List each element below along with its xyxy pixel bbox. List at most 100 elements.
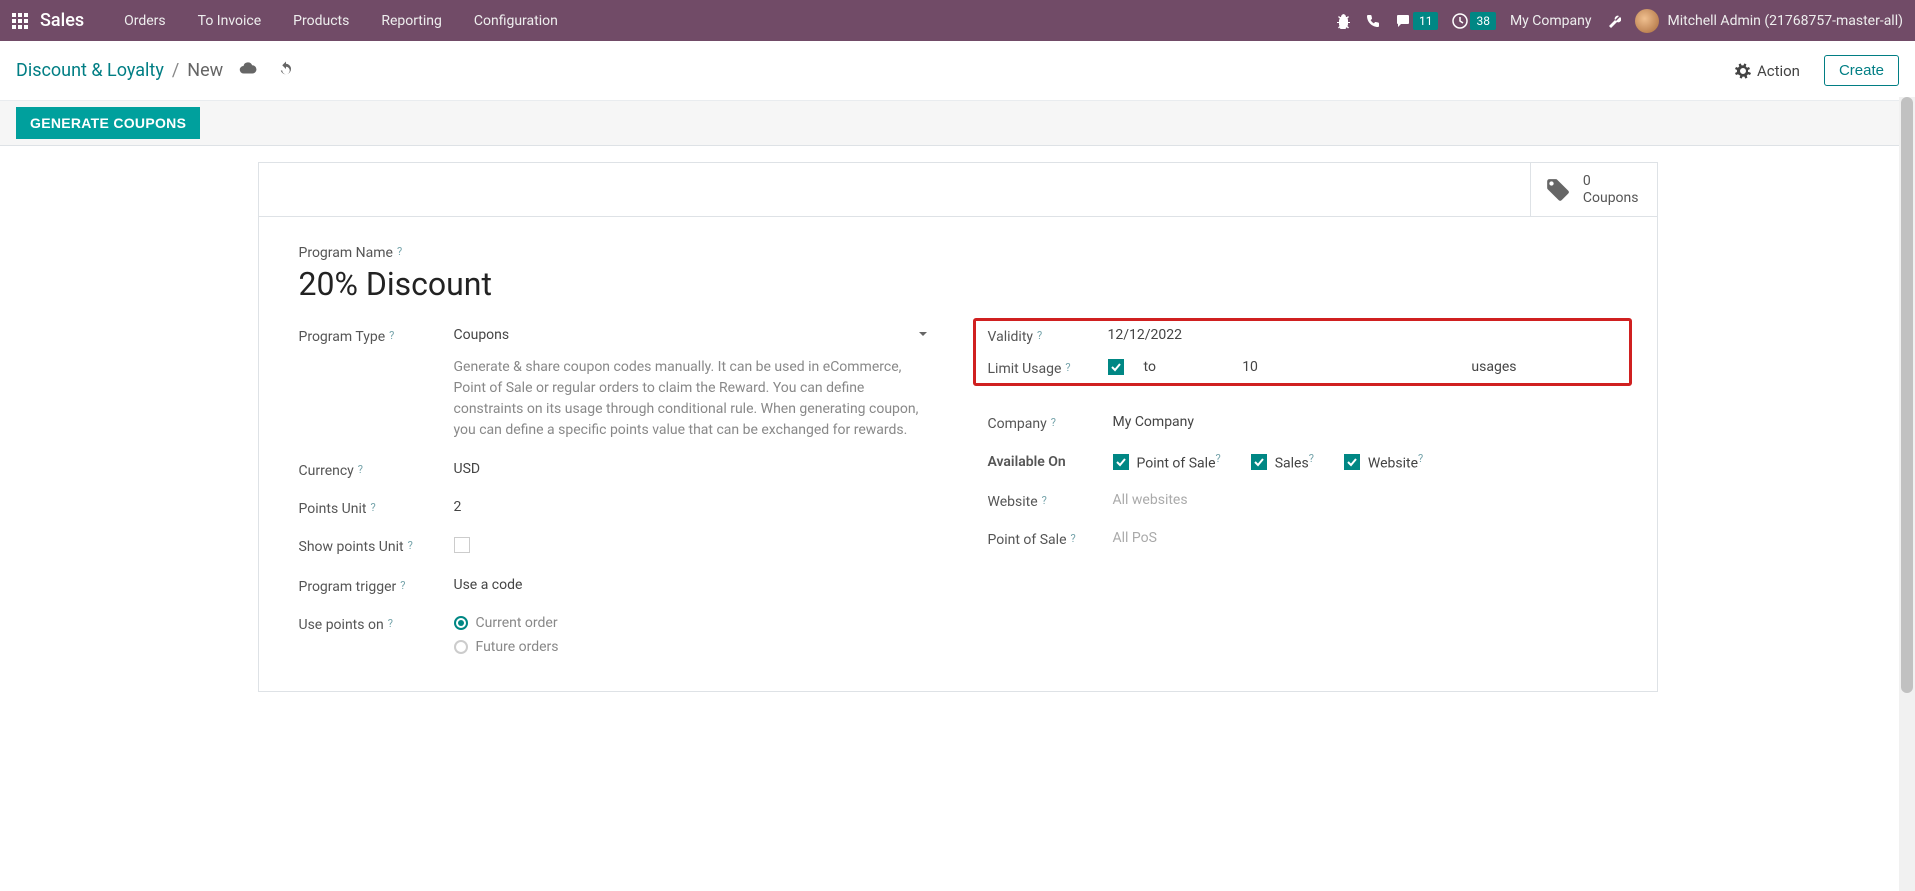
nav-reporting[interactable]: Reporting (365, 3, 458, 39)
show-points-checkbox[interactable] (454, 537, 470, 553)
phone-icon[interactable] (1365, 13, 1381, 29)
use-points-group: Current order Future orders (454, 615, 928, 663)
use-points-label: Use points on? (299, 615, 454, 633)
radio-future-orders[interactable] (454, 640, 468, 654)
form-wrap: 0 Coupons Program Name? 20% Discount Pro… (0, 146, 1915, 708)
user-menu[interactable]: Mitchell Admin (21768757-master-all) (1635, 9, 1903, 33)
available-sales-label: Sales? (1275, 452, 1314, 472)
tools-icon[interactable] (1605, 13, 1621, 29)
help-icon[interactable]: ? (1037, 329, 1042, 342)
available-website-checkbox[interactable] (1344, 454, 1360, 470)
available-sales-checkbox[interactable] (1251, 454, 1267, 470)
action-button[interactable]: Action (1735, 62, 1800, 80)
action-label: Action (1757, 62, 1800, 80)
help-icon[interactable]: ? (370, 501, 375, 514)
clock-icon (1452, 13, 1468, 29)
breadcrumb-parent[interactable]: Discount & Loyalty (16, 60, 164, 81)
breadcrumb-current: New (187, 60, 223, 81)
available-pos-checkbox[interactable] (1113, 454, 1129, 470)
company-label: Company? (988, 414, 1113, 432)
avatar (1635, 9, 1659, 33)
radio-current-order[interactable] (454, 616, 468, 630)
help-icon[interactable]: ? (389, 329, 394, 342)
coupons-stat-button[interactable]: 0 Coupons (1530, 163, 1657, 216)
bug-icon[interactable] (1335, 13, 1351, 29)
coupons-count: 0 (1583, 173, 1639, 190)
form-card: 0 Coupons Program Name? 20% Discount Pro… (258, 162, 1658, 692)
nav-products[interactable]: Products (277, 3, 365, 39)
card-top: 0 Coupons (259, 163, 1657, 217)
pos-field[interactable]: All PoS (1113, 530, 1617, 546)
help-icon[interactable]: ? (408, 539, 413, 552)
help-icon[interactable]: ? (1071, 532, 1076, 545)
breadcrumb-right: Action Create (1735, 55, 1899, 86)
help-icon[interactable]: ? (1216, 452, 1221, 465)
username: Mitchell Admin (21768757-master-all) (1667, 13, 1903, 29)
help-icon[interactable]: ? (358, 463, 363, 476)
scrollbar-thumb[interactable] (1901, 97, 1913, 693)
statusbar: GENERATE COUPONS (0, 101, 1915, 146)
available-on-group: Point of Sale? Sales? Website? (1113, 452, 1617, 472)
limit-unit-label: usages (1471, 359, 1516, 375)
apps-icon[interactable] (12, 13, 28, 29)
cloud-icon[interactable] (239, 60, 257, 82)
create-button[interactable]: Create (1824, 55, 1899, 86)
help-icon[interactable]: ? (1418, 452, 1423, 465)
available-website-label: Website? (1368, 452, 1423, 472)
website-label: Website? (988, 492, 1113, 510)
points-unit-field[interactable]: 2 (454, 499, 928, 515)
breadcrumb: Discount & Loyalty / New (16, 60, 223, 81)
limit-value-field[interactable]: 10 (1166, 359, 1264, 375)
activities-indicator[interactable]: 38 (1452, 12, 1496, 30)
limit-usage-label: Limit Usage? (988, 359, 1108, 377)
right-column: Validity? 12/12/2022 Limit Usage? to 10 … (988, 327, 1617, 663)
help-icon[interactable]: ? (400, 579, 405, 592)
gear-icon (1735, 63, 1751, 79)
program-type-field[interactable]: Coupons (454, 327, 928, 343)
points-unit-label: Points Unit? (299, 499, 454, 517)
tag-icon (1545, 177, 1571, 203)
left-column: Program Type? Coupons Generate & share c… (299, 327, 928, 663)
currency-field[interactable]: USD (454, 461, 928, 477)
messages-indicator[interactable]: 11 (1395, 12, 1439, 30)
highlight-box: Validity? 12/12/2022 Limit Usage? to 10 … (973, 318, 1632, 386)
nav-menu: Orders To Invoice Products Reporting Con… (108, 3, 574, 39)
program-trigger-label: Program trigger? (299, 577, 454, 595)
scrollbar[interactable] (1899, 97, 1915, 891)
limit-usage-checkbox[interactable] (1108, 359, 1124, 375)
company-selector[interactable]: My Company (1510, 13, 1592, 29)
help-icon[interactable]: ? (1309, 452, 1314, 465)
coupons-label: Coupons (1583, 190, 1639, 207)
validity-label: Validity? (988, 327, 1108, 345)
program-name-label: Program Name? (299, 245, 1617, 261)
available-on-label: Available On (988, 452, 1113, 470)
navbar: Sales Orders To Invoice Products Reporti… (0, 0, 1915, 41)
validity-field[interactable]: 12/12/2022 (1108, 327, 1617, 343)
navbar-right: 11 38 My Company Mitchell Admin (2176875… (1335, 9, 1903, 33)
program-name-field[interactable]: 20% Discount (299, 265, 1617, 303)
program-type-label: Program Type? (299, 327, 454, 345)
company-field[interactable]: My Company (1113, 414, 1617, 430)
generate-coupons-button[interactable]: GENERATE COUPONS (16, 107, 200, 139)
undo-icon[interactable] (277, 60, 295, 82)
nav-orders[interactable]: Orders (108, 3, 182, 39)
help-icon[interactable]: ? (1042, 494, 1047, 507)
nav-configuration[interactable]: Configuration (458, 3, 574, 39)
program-trigger-field[interactable]: Use a code (454, 577, 928, 593)
website-field[interactable]: All websites (1113, 492, 1617, 508)
chevron-down-icon (918, 327, 928, 343)
nav-to-invoice[interactable]: To Invoice (182, 3, 278, 39)
messages-count: 11 (1413, 12, 1439, 30)
help-icon[interactable]: ? (397, 245, 402, 258)
help-icon[interactable]: ? (388, 617, 393, 630)
brand[interactable]: Sales (40, 10, 84, 31)
limit-usage-field: to 10 usages (1108, 359, 1617, 375)
form-body: Program Name? 20% Discount Program Type?… (259, 217, 1657, 691)
breadcrumb-sep: / (172, 60, 179, 81)
show-points-label: Show points Unit? (299, 537, 454, 555)
currency-label: Currency? (299, 461, 454, 479)
help-icon[interactable]: ? (1065, 361, 1070, 374)
activities-count: 38 (1470, 12, 1496, 30)
program-type-help: Generate & share coupon codes manually. … (454, 357, 928, 441)
help-icon[interactable]: ? (1051, 416, 1056, 429)
